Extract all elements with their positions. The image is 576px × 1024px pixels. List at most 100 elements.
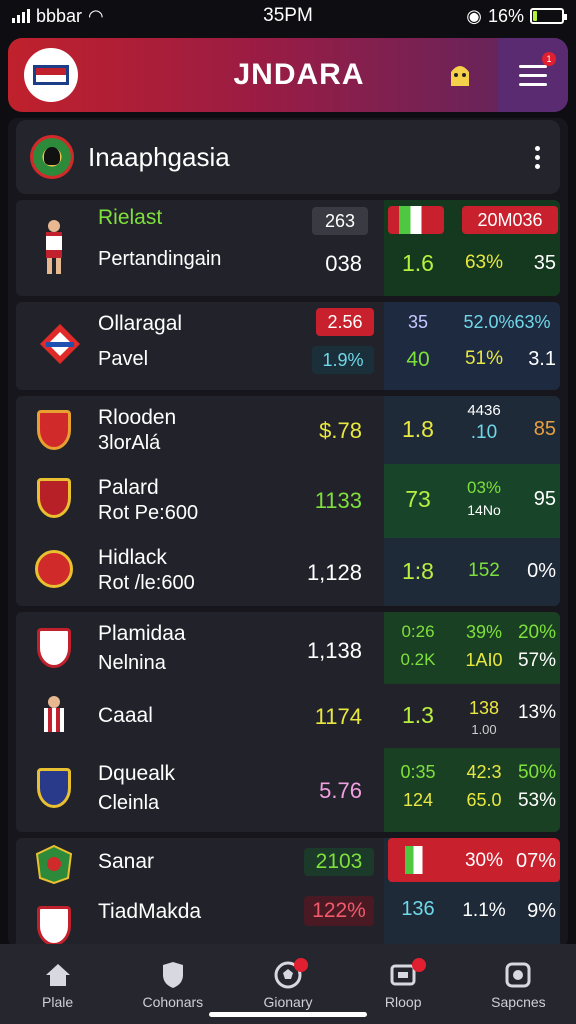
match-score: 1174 — [314, 704, 362, 729]
mascot-icon[interactable] — [440, 55, 480, 95]
odds-value[interactable]: 42:3 — [458, 762, 510, 783]
match-row[interactable]: Rielast Pertandingain 263 20M036 038 1.6… — [16, 200, 560, 296]
notification-badge: 1 — [542, 52, 556, 66]
matches-panel: Inaaphgasia Rielast Pertandingain 263 20… — [8, 118, 568, 948]
odds-value[interactable]: 0% — [512, 560, 556, 583]
team-name: Palard — [98, 476, 159, 499]
more-options-icon[interactable] — [522, 145, 552, 169]
odds-value[interactable]: 52.0%63% — [458, 312, 556, 333]
team-crest-icon — [34, 550, 74, 590]
odds-value: 1.00 — [471, 722, 497, 737]
odds-value[interactable]: 152 — [458, 560, 510, 582]
odds-value[interactable]: 20% — [512, 622, 556, 644]
odds-value[interactable]: 30% — [458, 850, 510, 872]
home-indicator[interactable] — [209, 1012, 367, 1017]
team-name: TiadMakda — [98, 900, 202, 923]
notification-badge — [411, 958, 426, 972]
home-icon — [44, 962, 72, 988]
match-group: Rielast Pertandingain 263 20M036 038 1.6… — [16, 200, 560, 296]
odds-value[interactable]: 35 — [512, 252, 556, 275]
odds-value[interactable]: 73 — [388, 486, 448, 513]
odds-value[interactable]: 1:8 — [388, 558, 448, 585]
odds-value[interactable]: 95 — [512, 488, 556, 511]
battery-percent: 16% — [487, 5, 524, 26]
odds-value[interactable]: 57% — [512, 650, 556, 672]
score-badge: 2103 — [304, 848, 374, 876]
match-row[interactable]: Sanar 2103 30% 07% — [16, 838, 560, 888]
odds-badge: 20M036 — [462, 206, 558, 234]
odds-value[interactable]: 124 — [388, 790, 448, 811]
match-group: Plamidaa Nelnina 1,138 0:26 0.2K 39% 1AI… — [16, 612, 560, 832]
tab-label: Sapcnes — [491, 994, 546, 1010]
odds-value[interactable]: 35 — [388, 312, 448, 333]
match-row[interactable]: Palard Rot Pe:600 1133 73 03% 14No 95 — [16, 464, 560, 538]
league-name: Inaaphgasia — [88, 141, 230, 172]
score-badge: 122% — [304, 896, 374, 926]
odds-value[interactable]: 07% — [512, 850, 556, 873]
match-row[interactable]: Ollaragal Pavel 2.56 1.9% 35 52.0%63% 40… — [16, 302, 560, 390]
match-score: 1133 — [314, 488, 362, 513]
hamburger-icon — [519, 64, 547, 86]
score-badge: 2.56 — [316, 308, 374, 336]
odds-value[interactable]: 1AI0 — [458, 650, 510, 671]
flag-icon — [396, 846, 440, 874]
odds-value[interactable]: 9% — [512, 900, 556, 923]
tab-label: Cohonars — [142, 994, 204, 1010]
match-row[interactable]: Caaal 1174 1.3 138 1.00 13% — [16, 684, 560, 748]
odds-value[interactable]: 50% — [512, 762, 556, 784]
app-title: JNDARA — [233, 58, 365, 91]
match-row[interactable]: TiadMakda 122% 136 1.1% 9% — [16, 892, 560, 948]
odds-value[interactable]: 65.0 — [458, 790, 510, 811]
team-name: Caaal — [98, 704, 153, 727]
tab-home[interactable]: Plale — [0, 944, 115, 1024]
tab-settings[interactable]: Sapcnes — [461, 944, 576, 1024]
app-logo[interactable] — [24, 48, 78, 102]
team-name: Rot /le:600 — [98, 572, 195, 594]
match-group: Rlooden 3lorAlá $.78 1.8 4436 .10 85 Pal… — [16, 396, 560, 606]
odds-value[interactable]: 136 — [388, 898, 448, 921]
odds-value[interactable]: 0:35 — [388, 762, 448, 783]
team-name: Plamidaa — [98, 622, 186, 645]
team-name: Dquealk — [98, 762, 176, 785]
team-crest-icon — [34, 628, 74, 668]
odds-value[interactable]: 0.2K — [388, 650, 448, 670]
odds-value[interactable]: 138 — [458, 698, 510, 719]
wifi-icon: ◠ — [88, 5, 104, 26]
tab-label: Gionary — [263, 994, 313, 1010]
menu-button[interactable]: 1 — [498, 38, 568, 112]
odds-value: 14No — [467, 502, 501, 518]
league-header[interactable]: Inaaphgasia — [16, 120, 560, 194]
match-row[interactable]: Hidlack Rot /le:600 1,128 1:8 152 0% — [16, 538, 560, 606]
odds-value[interactable]: 1.6 — [388, 250, 448, 277]
odds-value[interactable]: 51% — [458, 348, 510, 370]
team-name: Pavel — [98, 348, 149, 370]
settings-icon — [504, 962, 532, 988]
player-icon — [34, 218, 74, 274]
match-score: 038 — [325, 251, 362, 276]
team-name: Rielast — [98, 206, 163, 229]
odds-value[interactable]: 13% — [512, 702, 556, 724]
odds-value[interactable]: 85 — [512, 418, 556, 441]
odds-value[interactable]: .10 — [458, 422, 510, 444]
match-group: Sanar 2103 30% 07% TiadMakda 122% 136 1.… — [16, 838, 560, 948]
odds-value[interactable]: 1.8 — [388, 416, 448, 443]
match-row[interactable]: Plamidaa Nelnina 1,138 0:26 0.2K 39% 1AI… — [16, 612, 560, 684]
tab-label: Plale — [42, 994, 74, 1010]
match-row[interactable]: Rlooden 3lorAlá $.78 1.8 4436 .10 85 — [16, 396, 560, 464]
team-name: 3lorAlá — [98, 432, 161, 454]
odds-value[interactable]: 1.3 — [388, 702, 448, 729]
odds-value[interactable]: 1.1% — [458, 900, 510, 922]
match-score: 1,128 — [306, 560, 362, 585]
odds-value[interactable]: 53% — [512, 790, 556, 812]
odds-value[interactable]: 39% — [458, 622, 510, 643]
signal-icon — [12, 9, 30, 23]
match-group: Ollaragal Pavel 2.56 1.9% 35 52.0%63% 40… — [16, 302, 560, 390]
odds-value[interactable]: 63% — [458, 252, 510, 274]
match-row[interactable]: Dquealk Cleinla 5.76 0:35 124 42:3 65.0 … — [16, 748, 560, 832]
odds-value[interactable]: 3.1 — [512, 348, 556, 371]
odds-value[interactable]: 03% — [458, 478, 510, 498]
odds-value[interactable]: 0:26 — [388, 622, 448, 642]
status-bar: bbbar ◠ 35PM ◉ 16% — [0, 0, 576, 32]
team-name: Rlooden — [98, 406, 177, 429]
odds-value[interactable]: 40 — [388, 348, 448, 372]
